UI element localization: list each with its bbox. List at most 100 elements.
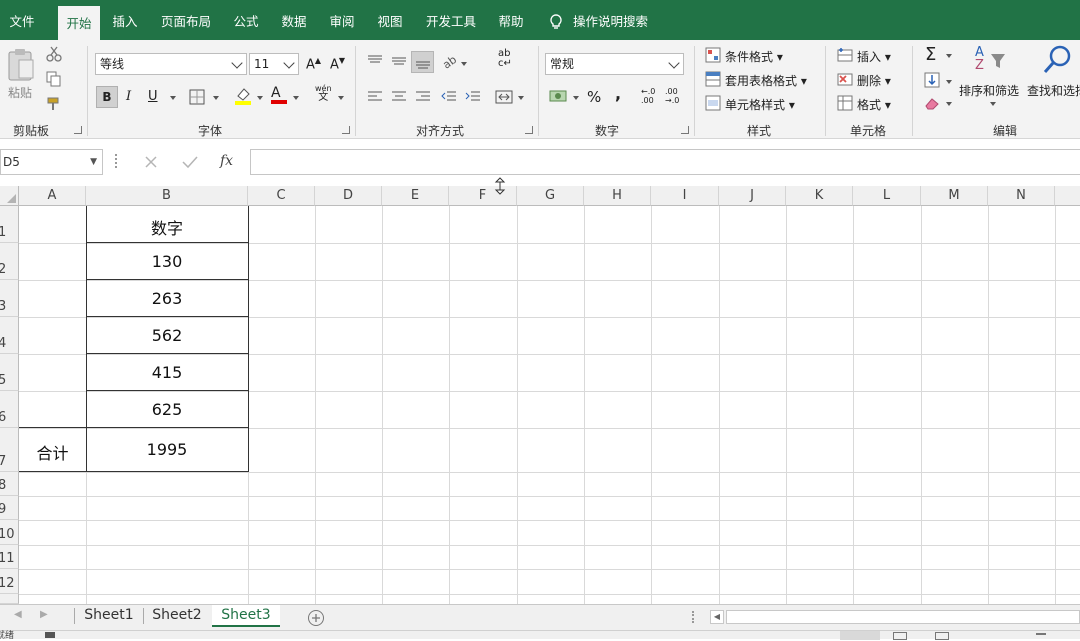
cell-B6[interactable]: 625 — [86, 400, 248, 419]
row-header[interactable]: 5 — [0, 354, 19, 391]
delete-cells-button[interactable]: 删除 ▾ — [857, 72, 891, 89]
tell-me-search[interactable]: 操作说明搜索 — [573, 0, 663, 40]
row-header[interactable]: 12 — [0, 569, 19, 594]
row-header[interactable]: 10 — [0, 520, 19, 545]
filter-icon[interactable] — [990, 52, 1006, 70]
autosum-button[interactable]: Σ — [925, 44, 936, 65]
number-format-select[interactable]: 常规 — [545, 53, 684, 75]
row-header-partial[interactable] — [0, 594, 19, 604]
chevron-down-icon[interactable] — [573, 96, 579, 100]
chevron-down-icon[interactable] — [946, 80, 952, 84]
fill-down-icon[interactable] — [924, 72, 940, 88]
tab-file[interactable]: 文件 — [0, 0, 44, 40]
insert-function-button[interactable]: fx — [220, 153, 233, 169]
select-all-corner[interactable] — [0, 186, 19, 206]
cancel-icon[interactable] — [144, 155, 158, 169]
increase-decimal-button[interactable]: ←.0.00 — [641, 87, 655, 105]
accounting-format-icon[interactable] — [549, 88, 569, 104]
borders-icon[interactable] — [189, 89, 205, 105]
chevron-down-icon[interactable] — [946, 54, 952, 58]
fill-color-icon[interactable] — [234, 86, 252, 106]
zoom-out-icon[interactable] — [1036, 633, 1046, 635]
comma-style-button[interactable]: , — [615, 84, 621, 103]
sort-filter-button[interactable]: 排序和筛选 — [959, 82, 1019, 99]
row-header[interactable]: 8 — [0, 472, 19, 496]
column-header[interactable]: M — [921, 186, 988, 206]
find-select-icon[interactable] — [1043, 45, 1073, 75]
align-bottom-button[interactable] — [411, 51, 434, 73]
add-sheet-icon[interactable] — [307, 609, 325, 627]
macro-record-icon[interactable] — [45, 632, 55, 638]
scroll-sheets-right-icon[interactable]: ▶ — [40, 609, 48, 620]
column-header[interactable]: F — [449, 186, 517, 206]
chevron-down-icon[interactable] — [213, 96, 219, 100]
tab-splitter-handle[interactable] — [692, 611, 695, 623]
format-painter-icon[interactable] — [46, 96, 62, 112]
increase-indent-icon[interactable] — [464, 90, 482, 104]
chevron-down-icon[interactable] — [338, 96, 344, 100]
tab-review[interactable]: 审阅 — [324, 0, 360, 40]
align-center-icon[interactable] — [390, 90, 408, 104]
copy-icon[interactable] — [46, 71, 62, 87]
cell-styles-button[interactable]: 单元格样式 ▾ — [725, 96, 795, 113]
cut-icon[interactable] — [46, 46, 62, 62]
cell-B7[interactable]: 1995 — [86, 440, 248, 459]
font-color-button[interactable]: A — [271, 85, 287, 104]
chevron-down-icon[interactable] — [461, 62, 467, 66]
cell-B5[interactable]: 415 — [86, 363, 248, 382]
number-launcher-icon[interactable] — [681, 126, 689, 134]
column-header[interactable]: J — [719, 186, 786, 206]
formula-input[interactable] — [250, 149, 1080, 175]
conditional-formatting-icon[interactable] — [705, 47, 721, 63]
tab-insert[interactable]: 插入 — [106, 0, 144, 40]
chevron-down-icon[interactable] — [946, 102, 952, 106]
column-header[interactable]: N — [988, 186, 1055, 206]
sort-icon[interactable]: AZ — [975, 46, 984, 72]
enter-check-icon[interactable] — [182, 155, 198, 169]
row-header[interactable]: 3 — [0, 280, 19, 317]
sheet-tab-sheet2[interactable]: Sheet2 — [144, 605, 210, 627]
scroll-left-icon[interactable]: ◀ — [710, 610, 724, 624]
orientation-icon[interactable]: ab — [440, 52, 458, 70]
cell-A7[interactable]: 合计 — [19, 440, 86, 464]
cell-B1[interactable]: 数字 — [86, 215, 248, 239]
shrink-font-button[interactable]: A▼ — [330, 56, 345, 72]
insert-cells-button[interactable]: 插入 ▾ — [857, 48, 891, 65]
decrease-indent-icon[interactable] — [440, 90, 458, 104]
tab-help[interactable]: 帮助 — [493, 0, 529, 40]
delete-cells-icon[interactable] — [837, 71, 853, 87]
chevron-down-icon[interactable] — [257, 96, 263, 100]
tab-view[interactable]: 视图 — [372, 0, 408, 40]
conditional-formatting-button[interactable]: 条件格式 ▾ — [725, 48, 783, 65]
align-top-icon[interactable] — [366, 54, 384, 68]
cell-B2[interactable]: 130 — [86, 252, 248, 271]
chevron-down-icon[interactable] — [293, 96, 299, 100]
clear-icon[interactable] — [924, 96, 940, 110]
merge-center-icon[interactable] — [495, 89, 513, 105]
row-header[interactable]: 9 — [0, 496, 19, 520]
grow-font-button[interactable]: A▲ — [306, 56, 321, 72]
insert-cells-icon[interactable] — [837, 47, 853, 63]
row-header[interactable]: 7 — [0, 428, 19, 472]
phonetic-guide-button[interactable]: wén 文 — [315, 84, 332, 103]
align-middle-icon[interactable] — [390, 54, 408, 68]
sheet-tab-sheet1[interactable]: Sheet1 — [76, 605, 142, 627]
column-header[interactable]: B — [86, 186, 248, 206]
row-header[interactable]: 4 — [0, 317, 19, 354]
splitter-handle[interactable] — [115, 154, 118, 168]
paste-icon[interactable] — [7, 48, 35, 82]
cell-B3[interactable]: 263 — [86, 289, 248, 308]
column-header[interactable]: G — [517, 186, 584, 206]
column-header[interactable]: I — [651, 186, 719, 206]
paste-label[interactable]: 粘贴 — [8, 84, 32, 101]
alignment-launcher-icon[interactable] — [525, 126, 533, 134]
column-header[interactable]: C — [248, 186, 315, 206]
horizontal-scrollbar[interactable] — [726, 610, 1080, 624]
column-header-partial[interactable] — [1055, 186, 1080, 206]
row-header[interactable]: 2 — [0, 243, 19, 280]
clipboard-launcher-icon[interactable] — [74, 126, 82, 134]
bold-button[interactable]: B — [96, 86, 118, 108]
column-header[interactable]: A — [19, 186, 86, 206]
tab-developer[interactable]: 开发工具 — [420, 0, 482, 40]
format-as-table-icon[interactable] — [705, 71, 721, 87]
